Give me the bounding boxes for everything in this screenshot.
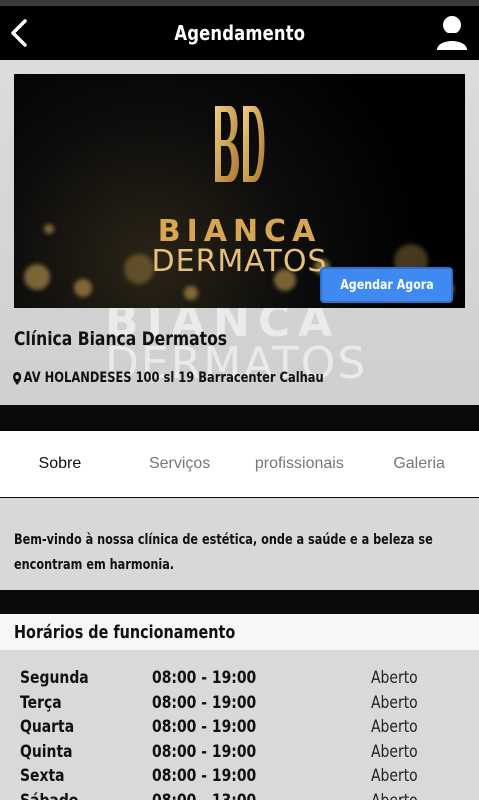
hours-status: Aberto [371, 741, 418, 762]
hours-title: Horários de funcionamento [14, 621, 236, 643]
tab-profissionais[interactable]: profissionais [240, 455, 360, 473]
about-section: Bem-vindo à nossa clínica de estética, o… [0, 498, 479, 590]
page-title: Agendamento [174, 21, 305, 45]
back-button[interactable] [6, 16, 32, 50]
top-app-bar: Agendamento [0, 6, 479, 60]
user-icon [437, 16, 467, 50]
hours-day: Sábado [20, 791, 78, 800]
clinic-name: Clínica Bianca Dermatos [14, 328, 228, 350]
hours-day: Quinta [20, 741, 73, 762]
hours-status: Aberto [371, 668, 418, 688]
hours-status: Aberto [371, 717, 418, 737]
hours-status: Aberto [371, 766, 418, 786]
hours-status: Aberto [371, 692, 418, 713]
tab-galeria[interactable]: Galeria [359, 455, 479, 473]
tab-sobre[interactable]: Sobre [0, 455, 120, 473]
hours-time: 08:00 - 13:00 [152, 791, 256, 800]
hours-row: Sexta 08:00 - 19:00 Aberto [0, 766, 479, 791]
hours-row: Sábado 08:00 - 13:00 Aberto [0, 791, 479, 800]
bd-logo-mark [215, 106, 265, 182]
hours-time: 08:00 - 19:00 [152, 766, 257, 786]
schedule-now-label: Agendar Agora [339, 277, 434, 293]
hours-time: 08:00 - 19:00 [152, 668, 257, 688]
hours-row: Quinta 08:00 - 19:00 Aberto [0, 742, 479, 767]
hours-day: Segunda [20, 668, 89, 688]
hours-day: Sexta [20, 766, 65, 786]
profile-button[interactable] [435, 14, 469, 52]
hours-row: Terça 08:00 - 19:00 Aberto [0, 693, 479, 718]
hours-day: Terça [20, 692, 62, 713]
hours-row: Segunda 08:00 - 19:00 Aberto [0, 668, 479, 693]
hours-time: 08:00 - 19:00 [152, 692, 257, 713]
about-text: Bem-vindo à nossa clínica de estética, o… [14, 532, 433, 573]
hours-time: 08:00 - 19:00 [152, 717, 257, 737]
map-pin-icon [13, 371, 22, 385]
hours-header: Horários de funcionamento [0, 614, 479, 650]
hours-day: Quarta [20, 717, 75, 737]
clinic-address: AV HOLANDESES 100 sl 19 Barracenter Calh… [13, 370, 324, 386]
hours-table: Segunda 08:00 - 19:00 Aberto Terça 08:00… [0, 650, 479, 800]
chevron-left-icon [11, 19, 27, 47]
tab-servicos[interactable]: Serviços [120, 455, 240, 473]
tab-bar: Sobre Serviços profissionais Galeria [0, 431, 479, 497]
address-text: AV HOLANDESES 100 sl 19 Barracenter Calh… [23, 370, 324, 386]
hours-status: Aberto [371, 791, 418, 800]
hours-time: 08:00 - 19:00 [152, 741, 257, 762]
hours-row: Quarta 08:00 - 19:00 Aberto [0, 717, 479, 742]
schedule-now-button[interactable]: Agendar Agora [320, 267, 453, 303]
